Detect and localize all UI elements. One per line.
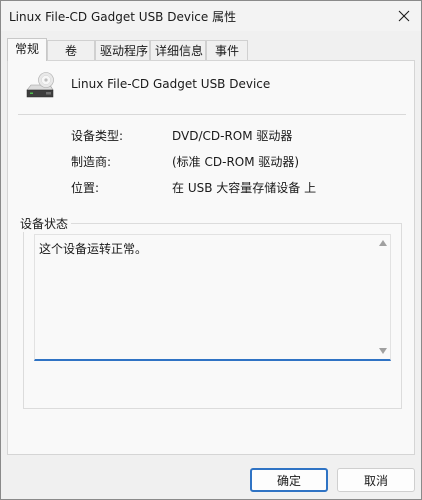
- close-icon: [398, 10, 410, 22]
- device-status-label: 设备状态: [17, 215, 72, 232]
- optical-drive-icon: [26, 72, 54, 98]
- device-type-label: 设备类型:: [71, 129, 124, 143]
- triangle-up-icon: [379, 240, 387, 246]
- title-bar: Linux File-CD Gadget USB Device 属性: [1, 1, 421, 31]
- tab-general[interactable]: 常规: [7, 38, 47, 61]
- scroll-down-button[interactable]: [378, 346, 388, 356]
- device-name: Linux File-CD Gadget USB Device: [71, 77, 271, 91]
- triangle-down-icon: [379, 348, 387, 354]
- scroll-up-button[interactable]: [378, 238, 388, 248]
- device-status-text: 这个设备运转正常。: [39, 242, 148, 256]
- cancel-button[interactable]: 取消: [337, 468, 415, 492]
- location-label: 位置:: [71, 181, 100, 195]
- tab-details[interactable]: 详细信息: [150, 40, 206, 60]
- location-value: 在 USB 大容量存储设备 上: [172, 181, 317, 195]
- tab-events[interactable]: 事件: [206, 40, 248, 60]
- divider: [18, 114, 406, 115]
- properties-dialog: Linux File-CD Gadget USB Device 属性 常规 卷 …: [0, 0, 422, 500]
- device-type-value: DVD/CD-ROM 驱动器: [172, 129, 293, 143]
- manufacturer-value: (标准 CD-ROM 驱动器): [172, 155, 300, 169]
- close-button[interactable]: [391, 3, 417, 29]
- status-scrollbar[interactable]: [377, 236, 389, 358]
- tab-driver[interactable]: 驱动程序: [95, 40, 150, 60]
- ok-button[interactable]: 确定: [250, 468, 328, 492]
- device-status-textbox[interactable]: 这个设备运转正常。: [34, 234, 391, 361]
- general-tab-panel: Linux File-CD Gadget USB Device 设备类型: DV…: [7, 60, 415, 455]
- manufacturer-label: 制造商:: [71, 155, 112, 169]
- tab-volumes[interactable]: 卷: [47, 40, 95, 60]
- window-title: Linux File-CD Gadget USB Device 属性: [9, 10, 237, 24]
